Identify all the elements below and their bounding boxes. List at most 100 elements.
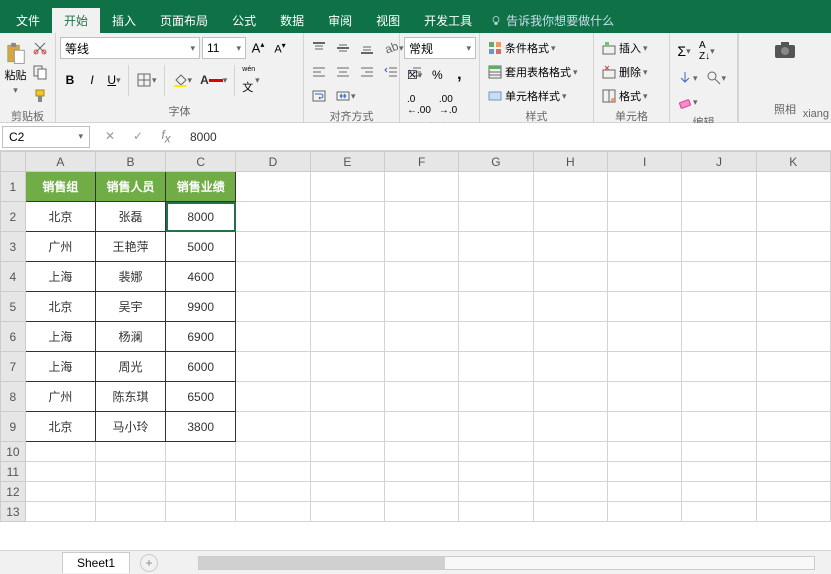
cell[interactable]	[459, 202, 533, 232]
row-header[interactable]: 7	[1, 352, 26, 382]
cell[interactable]	[236, 322, 310, 352]
cell[interactable]	[607, 482, 681, 502]
cell[interactable]: 吴宇	[95, 292, 165, 322]
col-header[interactable]: G	[459, 152, 533, 172]
col-header[interactable]: D	[236, 152, 310, 172]
cond-format-button[interactable]: 条件格式▾	[484, 37, 592, 59]
font-color-button[interactable]: A▾	[197, 70, 230, 90]
cell[interactable]	[607, 442, 681, 462]
cell[interactable]	[533, 442, 607, 462]
dec-decimal-button[interactable]: .00→.0	[436, 91, 460, 119]
new-sheet-button[interactable]: +	[140, 554, 158, 572]
cell[interactable]	[756, 442, 830, 462]
fill-color-button[interactable]: ▾	[169, 69, 196, 91]
cell[interactable]	[459, 442, 533, 462]
tell-me[interactable]: 告诉我你想要做什么	[490, 12, 614, 29]
cell[interactable]: 上海	[25, 352, 95, 382]
sort-filter-button[interactable]: AZ↓▾	[696, 37, 718, 65]
cell[interactable]	[533, 382, 607, 412]
copy-button[interactable]	[29, 61, 51, 83]
cell[interactable]: 5000	[166, 232, 236, 262]
cell[interactable]	[682, 442, 756, 462]
phonetic-button[interactable]: wén文▾	[239, 63, 262, 98]
cell[interactable]	[310, 412, 384, 442]
cell[interactable]: 张磊	[95, 202, 165, 232]
cell[interactable]	[756, 292, 830, 322]
cell[interactable]	[459, 482, 533, 502]
fx-button[interactable]: fx	[156, 125, 176, 148]
autosum-button[interactable]: Σ▾	[674, 40, 694, 62]
spreadsheet-grid[interactable]: A B C D E F G H I J K 1销售组销售人员销售业绩2北京张磊8…	[0, 151, 831, 522]
cell[interactable]: 销售业绩	[166, 172, 236, 202]
cell[interactable]	[756, 322, 830, 352]
row-header[interactable]: 12	[1, 482, 26, 502]
cell[interactable]	[310, 292, 384, 322]
col-header[interactable]: E	[310, 152, 384, 172]
currency-button[interactable]: ☒▾	[404, 65, 425, 85]
cell[interactable]	[533, 322, 607, 352]
col-header[interactable]: K	[756, 152, 830, 172]
row-header[interactable]: 2	[1, 202, 26, 232]
cell[interactable]: 销售人员	[95, 172, 165, 202]
bold-button[interactable]: B	[60, 70, 80, 90]
cell[interactable]	[459, 172, 533, 202]
cell[interactable]	[533, 292, 607, 322]
paste-button[interactable]: 粘贴 ▾	[4, 37, 27, 101]
cell[interactable]	[95, 442, 165, 462]
cell[interactable]	[607, 502, 681, 522]
cell[interactable]	[756, 172, 830, 202]
cell[interactable]	[236, 482, 310, 502]
cell[interactable]	[682, 502, 756, 522]
cell[interactable]	[756, 202, 830, 232]
delete-cells-button[interactable]: 删除▾	[598, 61, 668, 83]
cell[interactable]: 8000	[166, 202, 236, 232]
cell[interactable]	[236, 352, 310, 382]
align-bottom-button[interactable]	[356, 37, 378, 59]
cell[interactable]	[756, 262, 830, 292]
cell[interactable]	[384, 352, 458, 382]
cell[interactable]	[310, 202, 384, 232]
row-header[interactable]: 11	[1, 462, 26, 482]
cell[interactable]	[25, 502, 95, 522]
row-header[interactable]: 9	[1, 412, 26, 442]
cell[interactable]	[533, 462, 607, 482]
cell[interactable]	[607, 292, 681, 322]
col-header[interactable]: F	[384, 152, 458, 172]
indent-dec-button[interactable]	[380, 61, 402, 83]
col-header[interactable]: C	[166, 152, 236, 172]
cell[interactable]	[166, 502, 236, 522]
cell[interactable]	[384, 292, 458, 322]
cell[interactable]	[95, 462, 165, 482]
cell[interactable]	[607, 172, 681, 202]
row-header[interactable]: 4	[1, 262, 26, 292]
cell[interactable]	[384, 202, 458, 232]
cell[interactable]	[310, 482, 384, 502]
format-cells-button[interactable]: 格式▾	[598, 85, 668, 107]
cell[interactable]	[95, 502, 165, 522]
cell[interactable]	[756, 382, 830, 412]
cell[interactable]: 裴娜	[95, 262, 165, 292]
insert-cells-button[interactable]: 插入▾	[598, 37, 668, 59]
cell[interactable]	[533, 352, 607, 382]
tab-home[interactable]: 开始	[52, 8, 100, 33]
tab-layout[interactable]: 页面布局	[148, 8, 220, 33]
cell[interactable]	[533, 502, 607, 522]
row-header[interactable]: 3	[1, 232, 26, 262]
cell[interactable]	[607, 382, 681, 412]
clear-button[interactable]: ▾	[674, 91, 701, 113]
cut-button[interactable]	[29, 37, 51, 59]
cell[interactable]	[25, 482, 95, 502]
row-header[interactable]: 10	[1, 442, 26, 462]
cell[interactable]	[384, 442, 458, 462]
cell[interactable]	[533, 262, 607, 292]
cell[interactable]	[607, 412, 681, 442]
cell[interactable]	[384, 322, 458, 352]
cell[interactable]	[682, 232, 756, 262]
scroll-thumb[interactable]	[199, 557, 445, 569]
align-right-button[interactable]	[356, 61, 378, 83]
cell[interactable]	[607, 322, 681, 352]
align-center-button[interactable]	[332, 61, 354, 83]
cell[interactable]	[459, 352, 533, 382]
cell[interactable]: 周光	[95, 352, 165, 382]
cell[interactable]	[384, 172, 458, 202]
